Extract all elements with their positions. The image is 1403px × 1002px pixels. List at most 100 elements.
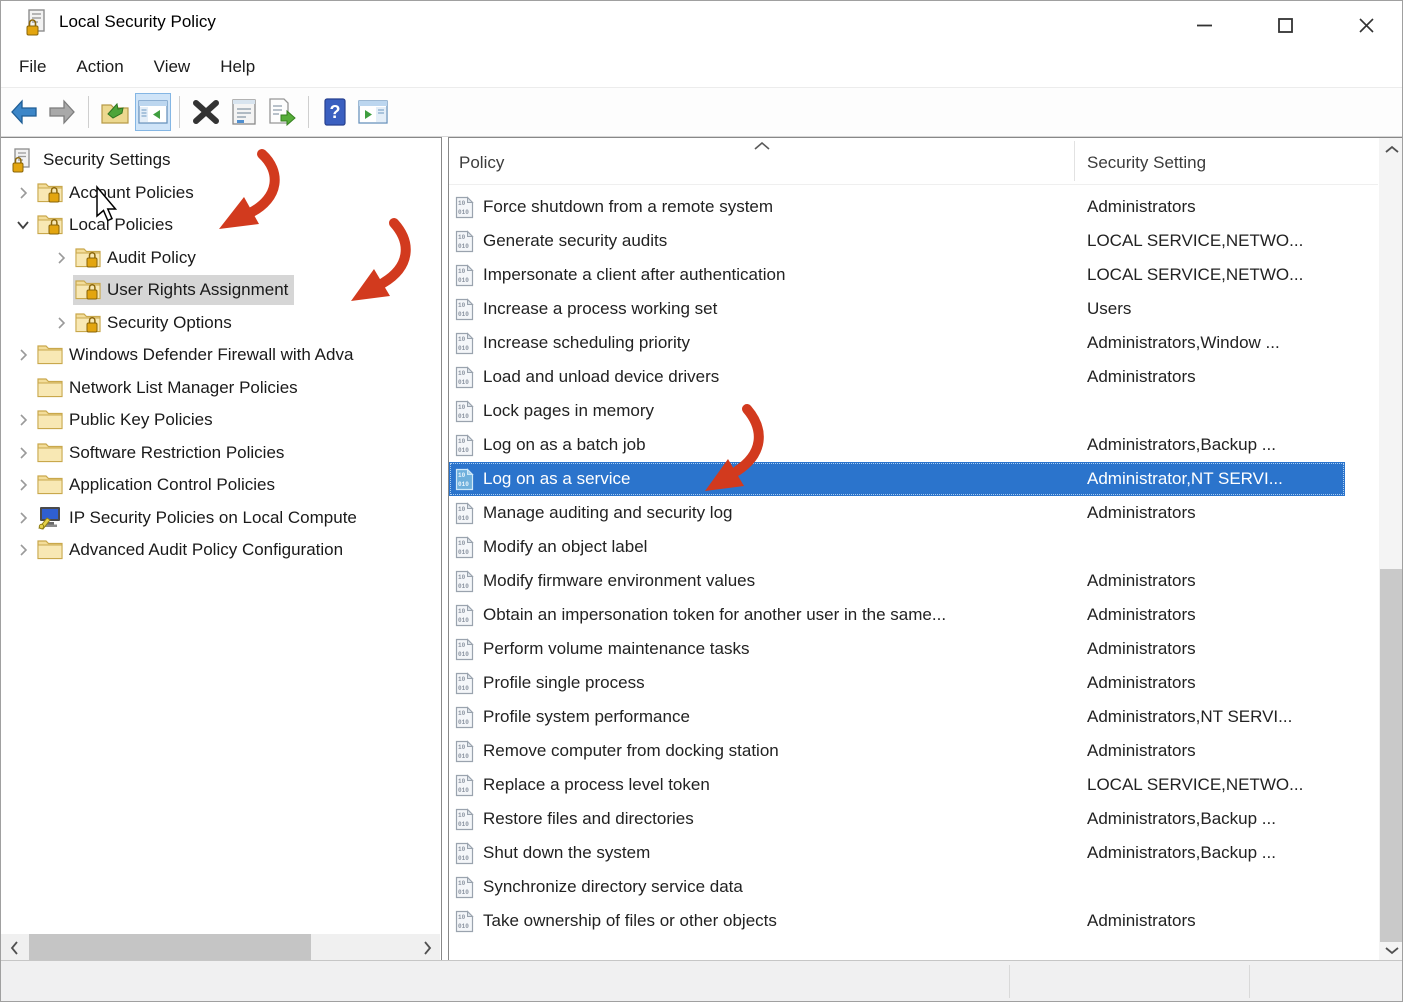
menu-file[interactable]: File	[19, 57, 46, 77]
menu-view[interactable]: View	[154, 57, 191, 77]
tree-horizontal-scrollbar[interactable]	[1, 934, 440, 961]
tree-item-security-settings[interactable]: Security Settings	[1, 144, 441, 177]
export-list-button[interactable]	[264, 93, 300, 131]
policy-row-generate-security-audits[interactable]: 10 010 Generate security audits LOCAL SE…	[449, 224, 1345, 258]
scroll-up-button[interactable]	[1379, 138, 1402, 160]
svg-text:10: 10	[458, 676, 466, 683]
svg-text:10: 10	[458, 812, 466, 819]
policy-row-force-shutdown-from-a-remote-system[interactable]: 10 010 Force shutdown from a remote syst…	[449, 190, 1345, 224]
tree-item-advanced-audit-policy-configuration[interactable]: Advanced Audit Policy Configuration	[1, 534, 441, 567]
svg-text:010: 010	[458, 787, 469, 794]
svg-text:10: 10	[458, 234, 466, 241]
tree-item-icon	[35, 408, 65, 432]
policy-document-icon: 10 010	[455, 399, 475, 423]
tree-item-software-restriction-policies[interactable]: Software Restriction Policies	[1, 437, 441, 470]
policy-name: Replace a process level token	[483, 775, 710, 794]
menu-help[interactable]: Help	[220, 57, 255, 77]
policy-row-manage-auditing-and-security-log[interactable]: 10 010 Manage auditing and security log …	[449, 496, 1345, 530]
svg-text:10: 10	[458, 744, 466, 751]
svg-text:10: 10	[458, 336, 466, 343]
tree-item-application-control-policies[interactable]: Application Control Policies	[1, 469, 441, 502]
expand-chevron-icon[interactable]	[11, 184, 35, 202]
tree-item-icon	[35, 376, 65, 400]
menubar: File Action View Help	[1, 47, 1402, 87]
tree-item-account-policies[interactable]: Account Policies	[1, 177, 441, 210]
up-one-level-button[interactable]	[97, 93, 133, 131]
scroll-right-button[interactable]	[414, 934, 440, 961]
tree-item-windows-defender-firewall-with-adva[interactable]: Windows Defender Firewall with Adva	[1, 339, 441, 372]
policy-row-increase-a-process-working-set[interactable]: 10 010 Increase a process working set Us…	[449, 292, 1345, 326]
tree-item-audit-policy[interactable]: Audit Policy	[1, 242, 441, 275]
maximize-button[interactable]	[1262, 9, 1308, 41]
expand-chevron-icon[interactable]	[11, 411, 35, 429]
properties-button[interactable]	[226, 93, 262, 131]
minimize-button[interactable]	[1181, 9, 1227, 41]
console-tree-pane: Security Settings Account Policies Local…	[1, 137, 442, 962]
policy-row-log-on-as-a-service[interactable]: 10 010 Log on as a service Administrator…	[449, 462, 1345, 496]
svg-text:10: 10	[458, 574, 466, 581]
expand-chevron-icon[interactable]	[11, 379, 35, 397]
tree-item-label: User Rights Assignment	[107, 280, 289, 300]
show-console-tree-button[interactable]	[135, 93, 171, 131]
policy-row-increase-scheduling-priority[interactable]: 10 010 Increase scheduling priority Admi…	[449, 326, 1345, 360]
policy-row-remove-computer-from-docking-station[interactable]: 10 010 Remove computer from docking stat…	[449, 734, 1345, 768]
tree-item-user-rights-assignment[interactable]: User Rights Assignment	[1, 274, 441, 307]
back-button[interactable]	[6, 93, 42, 131]
policy-row-modify-an-object-label[interactable]: 10 010 Modify an object label	[449, 530, 1345, 564]
expand-chevron-icon[interactable]	[11, 541, 35, 559]
tree-item-security-options[interactable]: Security Options	[1, 307, 441, 340]
policy-row-lock-pages-in-memory[interactable]: 10 010 Lock pages in memory	[449, 394, 1345, 428]
column-header-security-setting[interactable]: Security Setting	[1087, 153, 1206, 173]
policy-name: Impersonate a client after authenticatio…	[483, 265, 786, 284]
policy-name: Log on as a service	[483, 469, 631, 488]
tree-item-network-list-manager-policies[interactable]: Network List Manager Policies	[1, 372, 441, 405]
policy-row-synchronize-directory-service-data[interactable]: 10 010 Synchronize directory service dat…	[449, 870, 1345, 904]
svg-text:010: 010	[458, 889, 469, 896]
tree-item-local-policies[interactable]: Local Policies	[1, 209, 441, 242]
horizontal-scrollbar-thumb[interactable]	[29, 934, 311, 961]
policy-name: Modify an object label	[483, 537, 648, 556]
menu-action[interactable]: Action	[76, 57, 123, 77]
scroll-down-button[interactable]	[1379, 939, 1402, 961]
svg-text:010: 010	[458, 311, 469, 318]
tree: Security Settings Account Policies Local…	[1, 144, 441, 567]
policy-row-impersonate-a-client-after-authentication[interactable]: 10 010 Impersonate a client after authen…	[449, 258, 1345, 292]
svg-text:010: 010	[458, 855, 469, 862]
scroll-left-button[interactable]	[1, 934, 27, 961]
tree-item-ip-security-policies-on-local-compute[interactable]: IP Security Policies on Local Compute	[1, 502, 441, 535]
list-vertical-scrollbar[interactable]	[1379, 138, 1402, 961]
expand-chevron-icon[interactable]	[11, 476, 35, 494]
expand-chevron-icon[interactable]	[11, 444, 35, 462]
policy-row-profile-system-performance[interactable]: 10 010 Profile system performance Admini…	[449, 700, 1345, 734]
delete-button[interactable]	[188, 93, 224, 131]
policy-document-icon: 10 010	[455, 365, 475, 389]
expand-chevron-icon[interactable]	[11, 216, 35, 234]
policy-row-replace-a-process-level-token[interactable]: 10 010 Replace a process level token LOC…	[449, 768, 1345, 802]
policy-row-perform-volume-maintenance-tasks[interactable]: 10 010 Perform volume maintenance tasks …	[449, 632, 1345, 666]
policy-row-take-ownership-of-files-or-other-objects[interactable]: 10 010 Take ownership of files or other …	[449, 904, 1345, 938]
help-button[interactable]: ?	[317, 93, 353, 131]
policy-row-log-on-as-a-batch-job[interactable]: 10 010 Log on as a batch job Administrat…	[449, 428, 1345, 462]
expand-chevron-icon[interactable]	[49, 314, 73, 332]
policy-document-icon: 10 010	[455, 603, 475, 627]
policy-row-modify-firmware-environment-values[interactable]: 10 010 Modify firmware environment value…	[449, 564, 1345, 598]
expand-chevron-icon[interactable]	[49, 249, 73, 267]
svg-text:10: 10	[458, 710, 466, 717]
policy-row-profile-single-process[interactable]: 10 010 Profile single process Administra…	[449, 666, 1345, 700]
policy-row-restore-files-and-directories[interactable]: 10 010 Restore files and directories Adm…	[449, 802, 1345, 836]
tree-item-public-key-policies[interactable]: Public Key Policies	[1, 404, 441, 437]
policy-row-shut-down-the-system[interactable]: 10 010 Shut down the system Administrato…	[449, 836, 1345, 870]
expand-chevron-icon[interactable]	[11, 346, 35, 364]
column-header-policy[interactable]: Policy	[459, 153, 504, 173]
close-button[interactable]	[1343, 9, 1389, 41]
forward-button[interactable]	[44, 93, 80, 131]
policy-name: Increase scheduling priority	[483, 333, 690, 352]
policy-row-load-and-unload-device-drivers[interactable]: 10 010 Load and unload device drivers Ad…	[449, 360, 1345, 394]
tree-item-icon	[35, 506, 65, 530]
column-divider[interactable]	[1074, 141, 1075, 181]
policy-row-obtain-an-impersonation-token-for-another-user-in-the-same[interactable]: 10 010 Obtain an impersonation token for…	[449, 598, 1345, 632]
expand-chevron-icon[interactable]	[49, 281, 73, 299]
vertical-scrollbar-thumb[interactable]	[1380, 569, 1402, 942]
show-action-pane-button[interactable]	[355, 93, 391, 131]
expand-chevron-icon[interactable]	[11, 509, 35, 527]
